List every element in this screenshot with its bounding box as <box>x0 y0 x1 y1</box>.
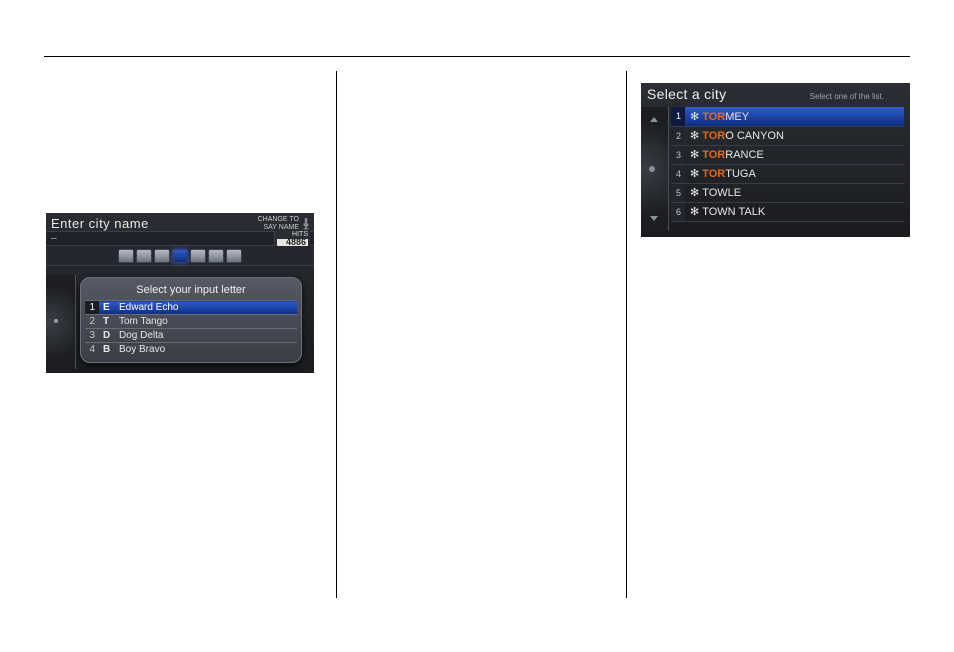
list-item[interactable]: 4 B Boy Bravo <box>85 343 297 357</box>
row-name: Boy Bravo <box>115 343 297 357</box>
row-number: 3 <box>85 329 99 343</box>
star-icon: ✻ <box>690 130 699 142</box>
row-number: 2 <box>85 315 99 329</box>
row-letter: B <box>99 343 115 357</box>
row-text: ✻TOWN TALK <box>685 202 904 221</box>
dial-indicator <box>649 166 655 172</box>
list-item[interactable]: 2 T Tom Tango <box>85 315 297 329</box>
row-letter: D <box>99 329 115 343</box>
row-letter: E <box>99 301 115 315</box>
text-cursor: – <box>51 233 57 244</box>
panel-header: Enter city name CHANGE TO SAY NAME <box>46 213 314 231</box>
change-to-say-name[interactable]: CHANGE TO SAY NAME <box>258 216 310 232</box>
row-text: ✻TORTUGA <box>685 164 904 183</box>
column-divider-2 <box>626 71 627 598</box>
list-item[interactable]: 3 ✻TORRANCE <box>671 145 904 164</box>
row-text: ✻TORRANCE <box>685 145 904 164</box>
hits-value: 4886 <box>277 239 308 246</box>
row-text: ✻TOWLE <box>685 183 904 202</box>
row-name: Tom Tango <box>115 315 297 329</box>
list-item[interactable]: 2 ✻TORO CANYON <box>671 126 904 145</box>
row-number: 2 <box>671 126 685 145</box>
key[interactable] <box>226 249 242 263</box>
row-number: 6 <box>671 202 685 221</box>
list-item[interactable]: 5 ✻TOWLE <box>671 183 904 202</box>
row-number: 4 <box>85 343 99 357</box>
row-letter: T <box>99 315 115 329</box>
scroll-dial[interactable] <box>641 107 669 231</box>
list-item[interactable]: 3 D Dog Delta <box>85 329 297 343</box>
input-row[interactable]: – HITS 4886 <box>46 231 314 246</box>
city-list: 1 ✻TORMEY 2 ✻TORO CANYON 3 ✻TORRANCE 4 ✻… <box>671 107 904 231</box>
row-name: Dog Delta <box>115 329 297 343</box>
select-city-panel: Select a city Select one of the list. 1 … <box>641 83 910 237</box>
panel-header: Select a city Select one of the list. <box>641 83 910 103</box>
key[interactable] <box>136 249 152 263</box>
column-divider-1 <box>336 71 337 598</box>
scroll-dial[interactable] <box>46 275 76 369</box>
popup-title: Select your input letter <box>85 282 297 300</box>
panel-subtitle: Select one of the list. <box>810 92 884 101</box>
list-item[interactable]: 4 ✻TORTUGA <box>671 164 904 183</box>
row-text: ✻TORMEY <box>685 107 904 126</box>
row-number: 5 <box>671 183 685 202</box>
dial-indicator <box>54 319 58 323</box>
star-icon: ✻ <box>690 206 699 218</box>
chevron-up-icon <box>650 117 658 122</box>
hits-box: HITS 4886 <box>274 231 310 246</box>
star-icon: ✻ <box>690 149 699 161</box>
key[interactable] <box>154 249 170 263</box>
list-item[interactable]: 1 E Edward Echo <box>85 301 297 315</box>
star-icon: ✻ <box>690 111 699 123</box>
panel-title: Enter city name <box>51 216 149 231</box>
row-name: Edward Echo <box>115 301 297 315</box>
microphone-icon <box>302 218 310 230</box>
row-number: 4 <box>671 164 685 183</box>
row-text: ✻TORO CANYON <box>685 126 904 145</box>
change-to-text: CHANGE TO SAY NAME <box>258 216 299 232</box>
panel-title: Select a city <box>647 86 726 102</box>
row-number: 3 <box>671 145 685 164</box>
keyboard-row <box>46 246 314 266</box>
chevron-down-icon <box>650 216 658 221</box>
letter-list: 1 E Edward Echo 2 T Tom Tango 3 D Dog De… <box>85 300 297 356</box>
key[interactable] <box>208 249 224 263</box>
divider-top <box>44 56 910 57</box>
star-icon: ✻ <box>690 187 699 199</box>
key[interactable] <box>118 249 134 263</box>
list-item[interactable]: 6 ✻TOWN TALK <box>671 202 904 221</box>
row-number: 1 <box>85 301 99 315</box>
star-icon: ✻ <box>690 168 699 180</box>
row-number: 1 <box>671 107 685 126</box>
key[interactable] <box>190 249 206 263</box>
key-selected[interactable] <box>172 249 188 263</box>
enter-city-panel: Enter city name CHANGE TO SAY NAME – HIT… <box>46 213 314 373</box>
input-letter-popup: Select your input letter 1 E Edward Echo… <box>80 277 302 363</box>
list-item[interactable]: 1 ✻TORMEY <box>671 107 904 126</box>
